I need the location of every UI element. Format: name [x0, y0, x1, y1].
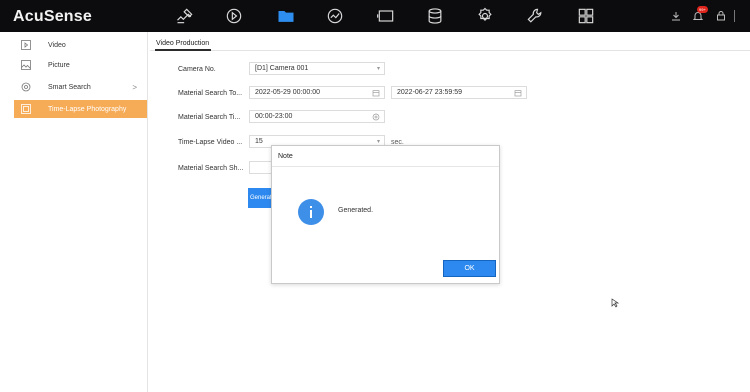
- divider: [734, 10, 735, 22]
- active-tab-underline: [155, 49, 211, 51]
- maintenance-icon[interactable]: [522, 5, 548, 27]
- sidebar-item-smart-search[interactable]: Smart Search >: [14, 78, 147, 96]
- timelapse-video-label: Time-Lapse Video ...: [178, 139, 243, 146]
- material-search-time-label: Material Search To...: [178, 90, 243, 97]
- playback-icon[interactable]: [221, 5, 247, 27]
- timelapse-icon: [20, 102, 38, 116]
- video-file-icon: [20, 38, 38, 52]
- sidebar-item-picture[interactable]: Picture: [14, 56, 147, 74]
- material-search-period-label: Material Search Ti...: [178, 114, 241, 121]
- sidebar: Video Picture Smart Search > Time-Lapse …: [0, 32, 148, 392]
- info-icon: [298, 199, 324, 225]
- sidebar-item-label: Time-Lapse Photography: [48, 105, 127, 113]
- sidebar-item-label: Picture: [48, 61, 70, 69]
- smart-search-icon: [20, 80, 38, 94]
- tab-divider: [150, 50, 750, 51]
- folder-icon[interactable]: [273, 5, 299, 27]
- chevron-down-icon: ▾: [376, 139, 380, 145]
- sidebar-item-time-lapse-photography[interactable]: Time-Lapse Photography: [14, 100, 147, 118]
- camera-select[interactable]: [D1] Camera 001 ▾: [249, 62, 385, 75]
- dialog-title: Note: [278, 153, 293, 160]
- camera-select-value: [D1] Camera 001: [255, 65, 309, 72]
- app-logo: AcuSense: [13, 8, 92, 25]
- calendar-icon[interactable]: [372, 89, 380, 97]
- app-window: AcuSense 99+ Video Picture Smart Search …: [0, 0, 750, 392]
- start-time-value: 2022-05-29 00:00:00: [255, 89, 320, 96]
- settings-icon[interactable]: [472, 5, 498, 27]
- storage-icon[interactable]: [422, 5, 448, 27]
- ok-button[interactable]: OK: [443, 260, 496, 277]
- monitor-icon[interactable]: [373, 5, 399, 27]
- generate-button[interactable]: Generate: [248, 188, 272, 208]
- download-icon[interactable]: [669, 9, 683, 23]
- chevron-right-icon: >: [132, 82, 137, 92]
- top-navigation-bar: AcuSense 99+: [0, 0, 750, 32]
- note-dialog: Note Generated. OK: [271, 145, 500, 284]
- add-period-icon[interactable]: [372, 113, 380, 121]
- calendar-icon[interactable]: [514, 89, 522, 97]
- period-field[interactable]: 00:00-23:00: [249, 110, 385, 123]
- dialog-message: Generated.: [338, 207, 374, 214]
- grid-icon[interactable]: [573, 5, 599, 27]
- dialog-divider: [272, 166, 499, 167]
- chevron-down-icon: ▾: [376, 66, 380, 72]
- camera-label: Camera No.: [178, 66, 216, 73]
- end-time-field[interactable]: 2022-06-27 23:59:59: [391, 86, 527, 99]
- analytics-icon[interactable]: [322, 5, 348, 27]
- period-value: 00:00-23:00: [255, 113, 293, 120]
- end-time-value: 2022-06-27 23:59:59: [397, 89, 462, 96]
- timelapse-duration-value: 15: [255, 138, 263, 145]
- sidebar-item-label: Video: [48, 41, 66, 49]
- mouse-cursor-icon: [611, 298, 619, 308]
- notification-badge: 99+: [697, 6, 708, 13]
- material-search-sh-label: Material Search Sh...: [178, 165, 244, 172]
- camera-icon[interactable]: [172, 5, 198, 27]
- start-time-field[interactable]: 2022-05-29 00:00:00: [249, 86, 385, 99]
- sidebar-item-video[interactable]: Video: [14, 36, 147, 54]
- picture-icon: [20, 58, 38, 72]
- sidebar-item-label: Smart Search: [48, 83, 91, 91]
- lock-icon[interactable]: [714, 9, 728, 23]
- tab-video-production[interactable]: Video Production: [156, 40, 209, 47]
